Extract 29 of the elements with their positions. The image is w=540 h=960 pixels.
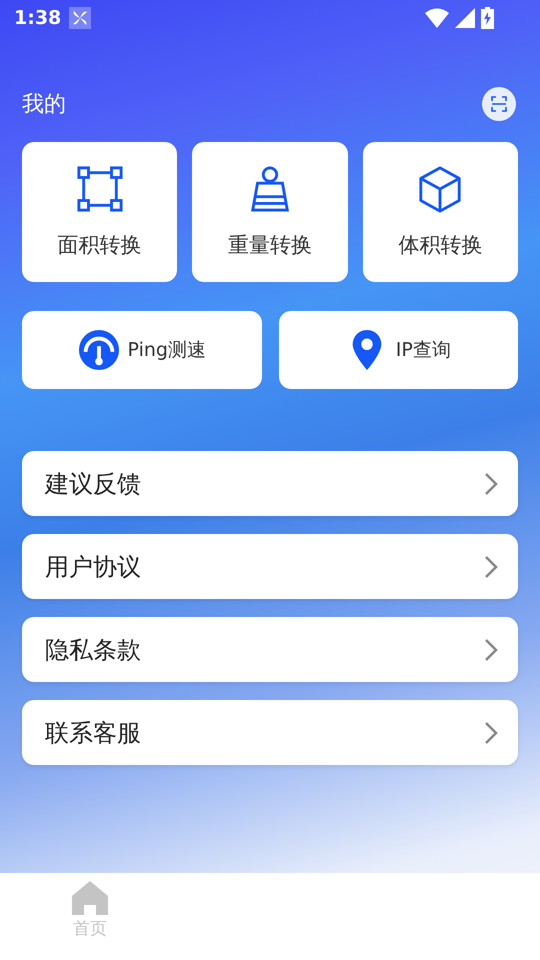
wifi-icon — [425, 8, 449, 28]
pinwheel-icon — [69, 7, 92, 29]
quick-action-card[interactable]: Ping测速 — [22, 311, 262, 389]
tool-label: 面积转换 — [58, 232, 142, 259]
scan-icon — [491, 96, 507, 112]
quick-action-label: Ping测速 — [128, 338, 206, 363]
chevron-right-icon — [484, 472, 498, 496]
tool-label: 体积转换 — [398, 232, 482, 259]
status-time: 1:38 — [14, 7, 62, 29]
chevron-right-icon — [484, 638, 498, 662]
signal-icon — [455, 8, 475, 28]
tool-card[interactable]: 重量转换 — [192, 142, 348, 282]
gauge-icon — [78, 329, 120, 371]
tool-label: 重量转换 — [228, 232, 312, 259]
page-title: 我的 — [22, 91, 66, 119]
quick-action-card[interactable]: IP查询 — [278, 311, 518, 389]
quick-action-label: IP查询 — [396, 338, 451, 363]
menu-item[interactable]: 联系客服 — [22, 700, 518, 765]
battery-icon — [481, 7, 494, 29]
chevron-right-icon — [484, 554, 498, 578]
square-frame-icon — [76, 165, 124, 213]
house-icon — [72, 881, 108, 915]
chevron-right-icon — [484, 720, 498, 744]
scan-button[interactable] — [482, 87, 516, 121]
menu-item[interactable]: 建议反馈 — [22, 451, 518, 516]
tool-card[interactable]: 面积转换 — [22, 142, 178, 282]
menu-item[interactable]: 用户协议 — [22, 534, 518, 599]
tool-card[interactable]: 体积转换 — [362, 142, 518, 282]
menu-item[interactable]: 隐私条款 — [22, 617, 518, 682]
